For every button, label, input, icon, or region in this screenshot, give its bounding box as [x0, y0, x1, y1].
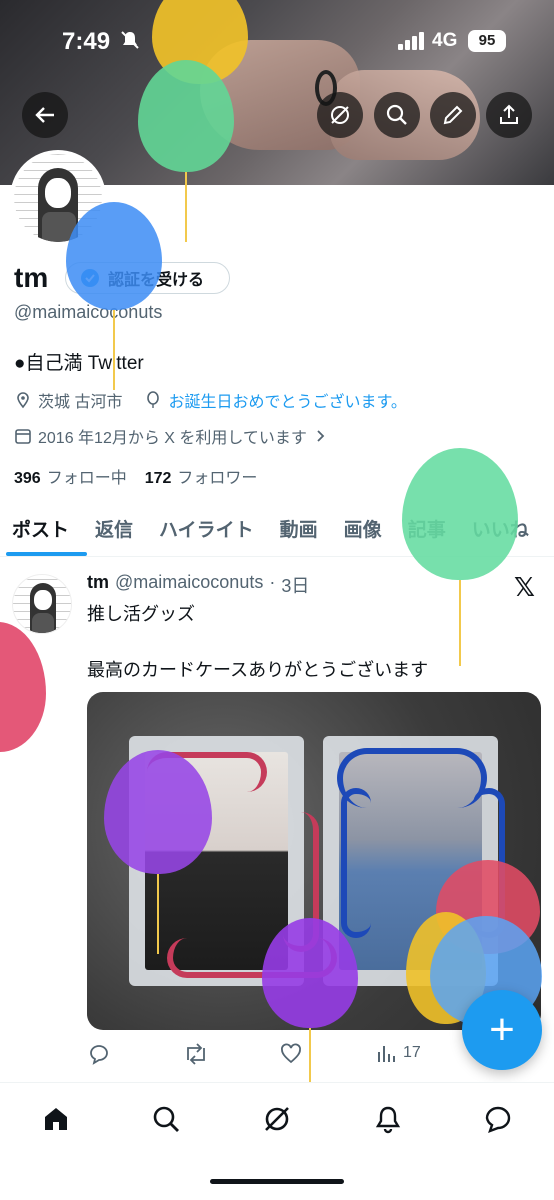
plus-icon: + — [489, 1005, 515, 1054]
verified-badge-icon — [81, 269, 99, 287]
grok-icon — [265, 1107, 289, 1131]
views-count: 17 — [403, 1044, 421, 1061]
nav-notifications[interactable] — [368, 1099, 408, 1139]
search-button[interactable] — [374, 92, 420, 138]
profile-handle: @maimaicoconuts — [14, 302, 163, 322]
post-handle: @maimaicoconuts — [115, 572, 264, 592]
nav-home[interactable] — [36, 1099, 76, 1139]
like-button[interactable] — [279, 1042, 303, 1066]
post-time: 3日 — [281, 576, 310, 596]
share-button[interactable] — [486, 92, 532, 138]
bottom-nav — [0, 1082, 554, 1200]
birthday-link[interactable]: お誕生日おめでとうございます。 — [168, 388, 406, 412]
tab-highlights[interactable]: ハイライト — [147, 505, 268, 556]
followers-label: フォロワー — [177, 470, 258, 487]
share-icon — [500, 104, 518, 124]
tab-images[interactable]: 画像 — [332, 505, 396, 556]
heart-icon — [281, 1043, 301, 1064]
location-icon — [17, 392, 29, 409]
following-count: 396 — [14, 470, 41, 487]
following-label: フォロー中 — [46, 470, 127, 487]
profile-meta-row: 茨城 古河市 お誕生日おめでとうございます。 — [14, 388, 407, 412]
home-indicator — [210, 1179, 344, 1184]
profile-tabs: ポスト 返信 ハイライト 動画 画像 記事 いいね — [0, 505, 554, 557]
post-line: 最高のカードケースありがとうございます — [87, 660, 429, 680]
back-button[interactable] — [22, 92, 68, 138]
views-icon — [378, 1046, 395, 1062]
reply-icon — [90, 1045, 108, 1065]
views-button[interactable]: 17 — [375, 1042, 421, 1064]
network-label: 4G — [432, 30, 458, 51]
reply-button[interactable] — [87, 1042, 111, 1066]
calendar-icon — [15, 429, 31, 444]
back-arrow-icon — [35, 107, 54, 123]
post-line: 推し活グッズ — [87, 604, 195, 624]
status-time: 7:49 — [62, 28, 111, 55]
bell-icon — [375, 1106, 401, 1134]
tab-articles[interactable]: 記事 — [396, 505, 460, 556]
status-bar: 7:49 4G 95 — [0, 0, 554, 80]
post-body: 推し活グッズ 最高のカードケースありがとうございます — [87, 600, 428, 684]
get-verified-label: 認証を受ける — [108, 272, 205, 289]
tab-replies[interactable]: 返信 — [83, 505, 147, 556]
chevron-right-icon — [317, 430, 325, 442]
post-author[interactable]: tm — [87, 572, 109, 598]
post-avatar[interactable] — [12, 574, 72, 634]
balloon-icon — [147, 391, 160, 408]
profile-location: 茨城 古河市 — [38, 394, 123, 411]
compose-button[interactable]: + — [462, 990, 542, 1070]
post-media[interactable] — [87, 692, 541, 1030]
nav-grok[interactable] — [257, 1099, 297, 1139]
battery-indicator: 95 — [468, 30, 506, 52]
x-logo-icon: 𝕏 — [514, 572, 535, 602]
search-icon — [153, 1106, 179, 1132]
joined-row[interactable]: 2016 年12月から X を利用しています — [14, 424, 327, 448]
nav-search[interactable] — [146, 1099, 186, 1139]
home-icon — [45, 1108, 67, 1130]
edit-button[interactable] — [430, 92, 476, 138]
get-verified-button[interactable]: 認証を受ける — [65, 262, 230, 294]
chat-icon — [485, 1106, 511, 1134]
signal-icon — [398, 32, 426, 50]
grok-icon — [331, 106, 349, 124]
tab-likes[interactable]: いいね — [460, 505, 543, 556]
follow-stats: 396 フォロー中 172 フォロワー — [14, 464, 257, 488]
followers-link[interactable]: 172 フォロワー — [145, 464, 258, 488]
tab-posts[interactable]: ポスト — [0, 505, 88, 556]
bell-off-icon — [121, 31, 139, 49]
grok-button[interactable] — [317, 92, 363, 138]
tab-videos[interactable]: 動画 — [268, 505, 332, 556]
edit-icon — [443, 105, 463, 125]
search-icon — [386, 104, 407, 125]
profile-bio: ●自己満 Twitter — [14, 353, 144, 374]
repost-button[interactable] — [183, 1042, 209, 1066]
nav-messages[interactable] — [478, 1099, 518, 1139]
followers-count: 172 — [144, 470, 172, 487]
profile-name: tm — [14, 262, 49, 293]
profile-avatar[interactable] — [10, 150, 106, 246]
joined-text: 2016 年12月から X を利用しています — [38, 430, 307, 447]
following-link[interactable]: 396 フォロー中 — [14, 464, 127, 488]
repost-icon — [187, 1043, 205, 1065]
post-header: tm @maimaicoconuts · 3日 — [87, 572, 310, 598]
